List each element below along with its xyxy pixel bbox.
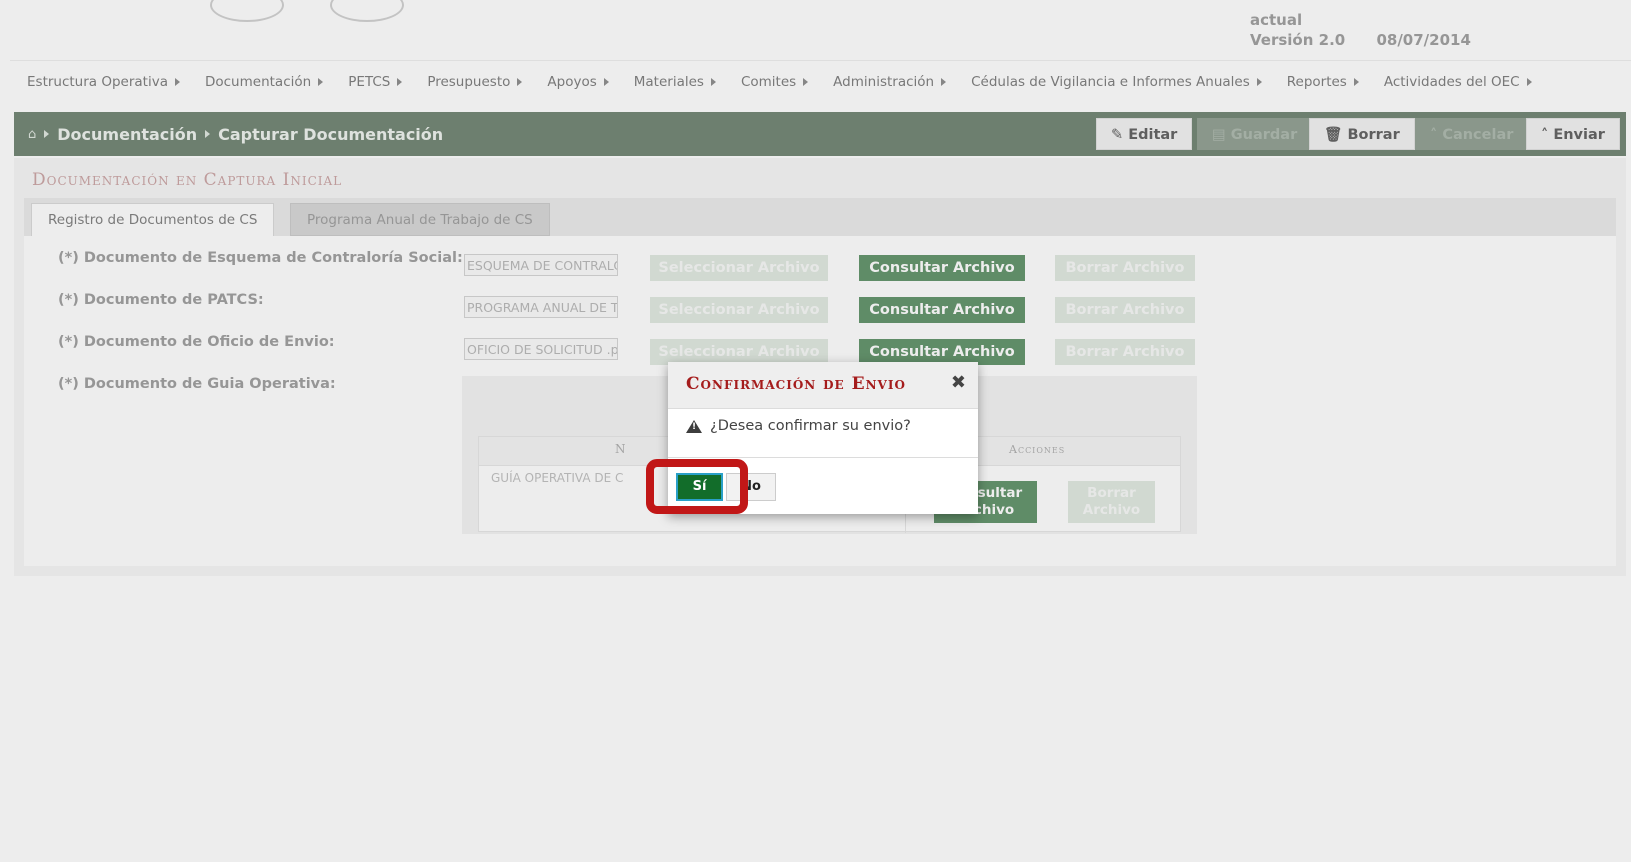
dialog-titlebar: Confirmación de Envio ✖ bbox=[668, 362, 978, 409]
close-icon[interactable]: ✖ bbox=[951, 372, 966, 393]
dialog-message: ¿Desea confirmar su envio? bbox=[710, 418, 911, 434]
dialog-title: Confirmación de Envio bbox=[686, 374, 906, 394]
highlight-box bbox=[646, 459, 748, 514]
dialog-body: ¿Desea confirmar su envio? bbox=[686, 418, 911, 434]
warning-icon bbox=[686, 419, 702, 433]
divider bbox=[668, 457, 978, 458]
